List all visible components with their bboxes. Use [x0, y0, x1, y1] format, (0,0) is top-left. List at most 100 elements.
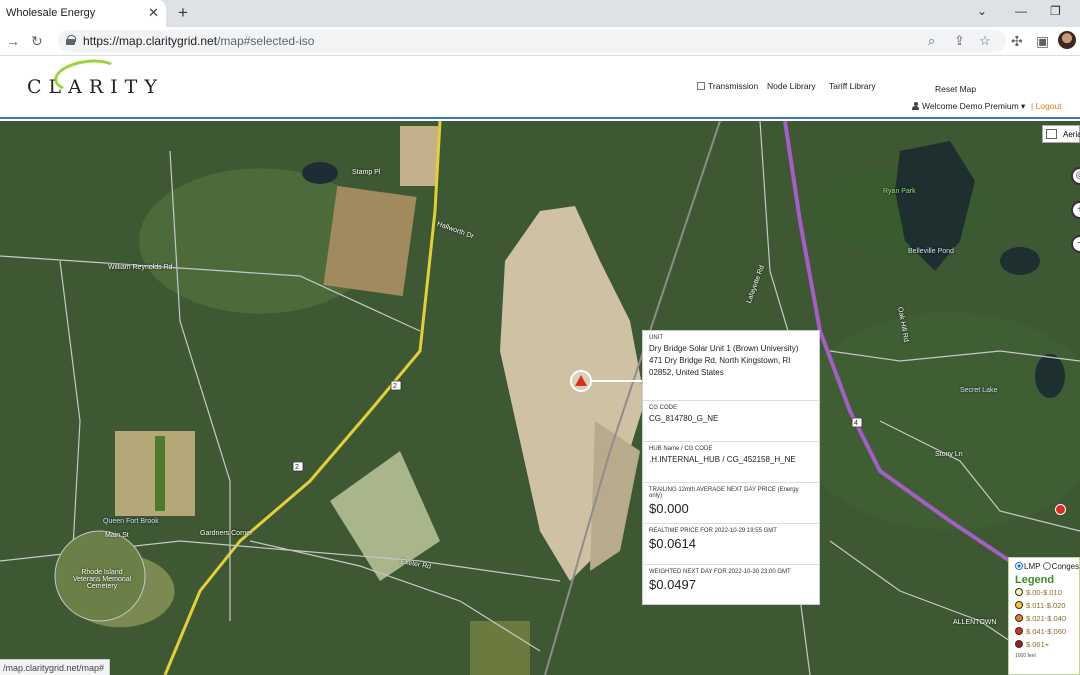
map-label: Stony Ln: [935, 451, 963, 458]
status-bar-url: /map.claritygrid.net/map#: [0, 659, 111, 675]
url-text[interactable]: https://map.claritygrid.net/map#selected…: [83, 34, 314, 48]
side-panel-icon[interactable]: ▣: [1036, 33, 1049, 50]
weighted-price-label: WEIGHTED NEXT DAY FOR 2022-10-30 23:00 G…: [649, 569, 791, 575]
legend-mode-selector: LMP Conges: [1015, 562, 1079, 571]
route-shield: 2: [295, 464, 299, 471]
address-bar: → ↻ https://map.claritygrid.net/map#sele…: [0, 27, 1080, 56]
lmp-radio[interactable]: [1015, 562, 1023, 570]
star-icon[interactable]: ☆: [979, 33, 991, 49]
aerial-label: Aeria: [1063, 130, 1080, 139]
legend-row: $.00-$.010: [1015, 588, 1075, 601]
route-shield: 2: [393, 383, 397, 390]
map-label: Gardners Corner: [200, 530, 253, 537]
legend-row: $.061+: [1015, 640, 1075, 653]
transmission-label: Transmission: [708, 81, 759, 91]
restore-icon[interactable]: ❐: [1050, 4, 1061, 18]
reload-icon[interactable]: ↻: [31, 33, 43, 50]
user-menu[interactable]: Welcome Demo Premium ▾: [912, 101, 1025, 112]
trailing-price-value: $0.000: [649, 501, 689, 516]
map-label: Ryan Park: [883, 188, 916, 195]
logout-label: Logout: [1035, 101, 1062, 111]
share-icon[interactable]: ⇪: [954, 33, 965, 49]
user-icon: [912, 102, 919, 110]
unit-info-popup: UNIT Dry Bridge Solar Unit 1 (Brown Univ…: [642, 330, 820, 605]
zoom-icon[interactable]: ⌕: [928, 33, 935, 49]
unit-marker-icon[interactable]: [570, 370, 592, 392]
unit-address-line2: 02852, United States: [649, 368, 724, 377]
satellite-imagery: [0, 121, 1080, 675]
browser-tab[interactable]: Wholesale Energy ✕: [0, 0, 166, 27]
caret-down-icon: ▾: [1021, 101, 1026, 111]
app-header: CLARITY Transmission Node Library Tariff…: [0, 55, 1080, 119]
extensions-icon[interactable]: ✣: [1011, 33, 1023, 50]
price-dot-icon: [1015, 640, 1023, 648]
map-label: Main St: [105, 532, 129, 539]
tab-title: Wholesale Energy: [6, 7, 96, 19]
price-legend: LMP Conges Legend $.00-$.010 $.011-$.020…: [1008, 557, 1080, 675]
aerial-toggle-button[interactable]: Aeria: [1042, 125, 1080, 143]
realtime-price-label: REALTIME PRICE FOR 2022-10-29 19:55 GMT: [649, 528, 777, 534]
legend-range: $.061+: [1026, 640, 1050, 649]
reset-map-button[interactable]: Reset Map: [935, 84, 976, 94]
transmission-toggle[interactable]: Transmission: [697, 81, 758, 91]
weighted-price-value: $0.0497: [649, 577, 696, 592]
logout-link[interactable]: | Logout: [1031, 101, 1062, 111]
new-tab-button[interactable]: +: [178, 3, 188, 23]
pond-southeast: [1035, 354, 1065, 398]
hub-section: HUB Name / CG CODE .H.INTERNAL_HUB / CG_…: [643, 442, 819, 483]
browser-tab-bar: Wholesale Energy ✕ + ⌄ — ❐: [0, 0, 1080, 27]
legend-range: $.021-$.040: [1026, 614, 1067, 623]
minimize-icon[interactable]: —: [1015, 4, 1027, 18]
map-view[interactable]: 2 2 4 William Reynolds Rd Ryan Park Bell…: [0, 121, 1080, 675]
weighted-price-section: WEIGHTED NEXT DAY FOR 2022-10-30 23:00 G…: [643, 565, 819, 606]
map-label: William Reynolds Rd: [108, 264, 173, 271]
unit-name: Dry Bridge Solar Unit 1 (Brown Universit…: [649, 344, 799, 353]
hub-value: .H.INTERNAL_HUB / CG_452158_H_NE: [649, 455, 796, 464]
price-dot-icon: [1015, 627, 1023, 635]
trailing-price-section: TRAILING 12mth AVERAGE NEXT DAY PRICE (E…: [643, 483, 819, 524]
checkbox-icon[interactable]: [697, 82, 705, 90]
url-path: /map#selected-iso: [217, 34, 315, 48]
unit-label: UNIT: [649, 335, 663, 341]
field-south: [470, 621, 530, 675]
legend-range: $.041-$.060: [1026, 627, 1067, 636]
cg-code-section: CG CODE CG_814780_G_NE: [643, 401, 819, 442]
unit-section: UNIT Dry Bridge Solar Unit 1 (Brown Univ…: [643, 331, 819, 401]
map-label: Secret Lake: [960, 387, 998, 394]
legend-row: $.041-$.060: [1015, 627, 1075, 640]
node-library-link[interactable]: Node Library: [767, 81, 816, 91]
popup-connector: [592, 380, 642, 382]
lmp-label: LMP: [1024, 562, 1041, 571]
lock-icon[interactable]: [66, 35, 76, 45]
map-scale: 1000 feet: [1015, 653, 1036, 659]
welcome-text: Welcome Demo Premium: [922, 101, 1019, 111]
legend-title: Legend: [1015, 574, 1055, 586]
cg-code-label: CG CODE: [649, 405, 678, 411]
realtime-price-value: $0.0614: [649, 536, 696, 551]
trailing-price-label: TRAILING 12mth AVERAGE NEXT DAY PRICE (E…: [649, 487, 799, 499]
chevron-down-icon[interactable]: ⌄: [977, 4, 987, 18]
map-label: Queen Fort Brook: [103, 518, 159, 525]
forward-arrow-icon[interactable]: →: [6, 33, 20, 49]
legend-row: $.011-$.020: [1015, 601, 1075, 614]
price-dot-icon: [1015, 614, 1023, 622]
node-marker-icon[interactable]: [1055, 504, 1066, 515]
pond-west: [302, 162, 338, 184]
congestion-radio[interactable]: [1042, 562, 1051, 570]
price-dot-icon: [1015, 588, 1023, 596]
omnibox[interactable]: https://map.claritygrid.net/map#selected…: [58, 30, 1006, 52]
crop-strip: [155, 436, 165, 511]
map-label: Stamp Pl: [352, 169, 381, 176]
congestion-label: Conges: [1051, 562, 1080, 571]
tab-close-icon[interactable]: ✕: [148, 5, 159, 21]
map-label: Belleville Pond: [908, 248, 954, 255]
profile-avatar[interactable]: [1058, 31, 1076, 49]
tariff-library-link[interactable]: Tariff Library: [829, 81, 876, 91]
legend-range: $.00-$.010: [1026, 588, 1062, 597]
clarity-logo[interactable]: CLARITY: [27, 76, 164, 98]
unit-address-line1: 471 Dry Bridge Rd, North Kingstown, RI: [649, 356, 791, 365]
legend-row: $.021-$.040: [1015, 614, 1075, 627]
farm-field-north: [400, 126, 438, 186]
realtime-price-section: REALTIME PRICE FOR 2022-10-29 19:55 GMT …: [643, 524, 819, 565]
map-label: ALLENTOWN: [953, 619, 997, 626]
